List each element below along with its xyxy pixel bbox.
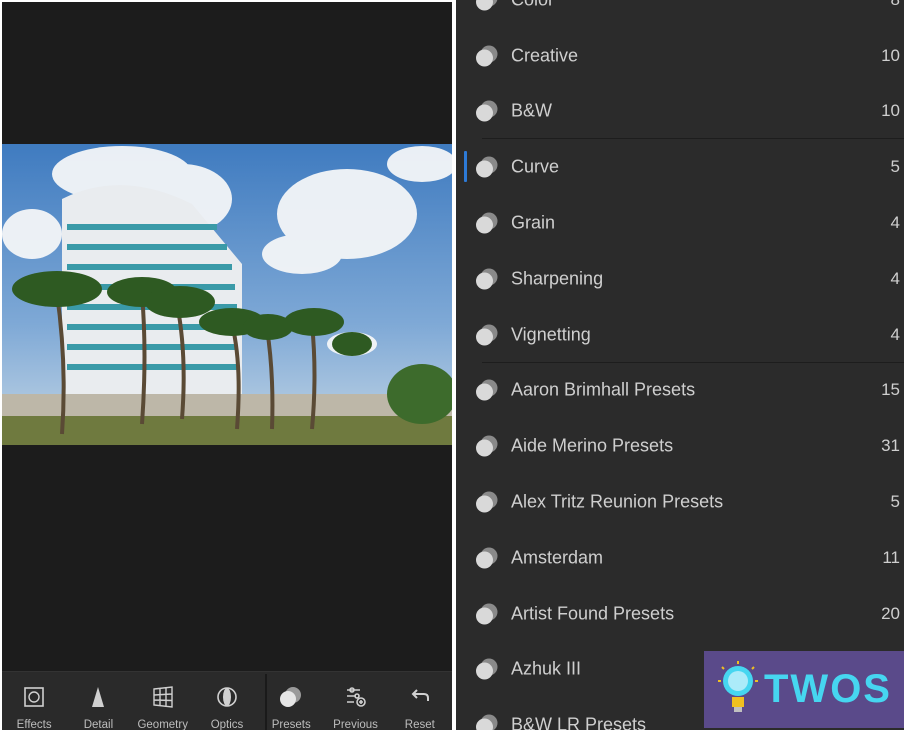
reset-button[interactable]: Reset <box>388 672 452 730</box>
optics-button[interactable]: Optics <box>195 672 259 730</box>
presets-icon <box>476 435 498 457</box>
photo-preview <box>2 144 452 445</box>
preset-name: Azhuk III <box>511 658 582 679</box>
preset-name: Grain <box>511 212 556 233</box>
preset-count: 8 <box>891 0 900 10</box>
presets-icon <box>476 491 498 513</box>
watermark-logo: TWOS <box>704 651 904 728</box>
preset-count: 5 <box>890 492 900 512</box>
presets-icon <box>476 658 498 680</box>
preset-row[interactable]: Curve 5 <box>456 139 904 195</box>
presets-icon <box>476 603 498 625</box>
preset-name: Alex Tritz Reunion Presets <box>511 491 724 512</box>
effects-icon <box>24 687 44 707</box>
preset-row[interactable]: B&W 10 <box>456 84 904 140</box>
preset-row[interactable]: Color 8 <box>456 0 904 28</box>
effects-label: Effects <box>16 719 52 730</box>
preset-name: Curve <box>511 156 560 177</box>
preset-row[interactable]: Alex Tritz Reunion Presets 5 <box>456 474 904 530</box>
preset-count: 11 <box>882 547 900 567</box>
preset-row[interactable]: Artist Found Presets 20 <box>456 586 904 642</box>
lightbulb-icon <box>718 661 758 712</box>
presets-icon <box>280 687 302 707</box>
previous-icon <box>346 687 366 707</box>
optics-label: Optics <box>210 719 244 730</box>
preset-name: B&W <box>511 100 553 121</box>
photo-editor-panel: Effects Detail Geometry Optics Presets P… <box>2 2 452 730</box>
preset-name: Aide Merino Presets <box>511 435 674 456</box>
preset-name: Vignetting <box>511 324 591 345</box>
preset-count: 4 <box>890 268 900 288</box>
presets-icon <box>476 156 498 178</box>
preset-name: Color <box>511 0 554 10</box>
presets-icon <box>476 212 498 234</box>
preset-count: 31 <box>881 436 900 456</box>
presets-icon <box>476 100 498 122</box>
optics-icon <box>217 687 237 707</box>
preset-row[interactable]: Aaron Brimhall Presets 15 <box>456 363 904 419</box>
presets-icon <box>476 379 498 401</box>
preset-name: Aaron Brimhall Presets <box>511 379 696 400</box>
geometry-label: Geometry <box>137 719 188 730</box>
preset-count: 5 <box>890 157 900 177</box>
preset-count: 4 <box>890 213 900 233</box>
geometry-button[interactable]: Geometry <box>131 672 195 730</box>
preset-count: 15 <box>881 380 900 400</box>
presets-icon <box>476 0 498 11</box>
reset-label: Reset <box>404 719 435 730</box>
preset-row[interactable]: Sharpening 4 <box>456 251 904 307</box>
presets-panel: Color8Creative10B&W10Curve5Grain4Sharpen… <box>456 0 904 730</box>
presets-icon <box>476 45 498 67</box>
previous-button[interactable]: Previous <box>323 672 387 730</box>
presets-icon <box>476 714 498 730</box>
preset-count: 10 <box>881 101 900 121</box>
presets-icon <box>476 324 498 346</box>
presets-label: Presets <box>271 719 311 730</box>
preset-row[interactable]: Amsterdam 11 <box>456 530 904 586</box>
effects-button[interactable]: Effects <box>2 672 66 730</box>
bottom-toolbar: Effects Detail Geometry Optics Presets P… <box>2 671 452 730</box>
detail-label: Detail <box>83 719 114 730</box>
toolbar-divider <box>265 674 267 730</box>
presets-button[interactable]: Presets <box>259 672 323 730</box>
preset-row[interactable]: Grain 4 <box>456 195 904 251</box>
detail-icon <box>92 687 105 707</box>
previous-label: Previous <box>333 719 378 730</box>
preset-count: 20 <box>881 603 900 623</box>
geometry-icon <box>153 686 173 708</box>
preset-name: Amsterdam <box>511 547 604 568</box>
preset-name: Sharpening <box>511 268 604 289</box>
reset-icon <box>411 689 429 701</box>
selected-indicator <box>464 151 467 183</box>
preset-count: 4 <box>890 324 900 344</box>
presets-icon <box>476 547 498 569</box>
preset-row[interactable]: Vignetting 4 <box>456 307 904 363</box>
preset-row[interactable]: Aide Merino Presets 31 <box>456 418 904 474</box>
watermark-text: TWOS <box>764 667 892 711</box>
preset-row[interactable]: Creative 10 <box>456 28 904 84</box>
presets-list: Color8Creative10B&W10Curve5Grain4Sharpen… <box>456 0 904 730</box>
preset-count: 10 <box>881 45 900 65</box>
preset-name: Creative <box>511 45 579 66</box>
detail-button[interactable]: Detail <box>66 672 130 730</box>
preset-name: B&W LR Presets <box>511 714 647 730</box>
presets-icon <box>476 268 498 290</box>
preset-name: Artist Found Presets <box>511 603 675 624</box>
